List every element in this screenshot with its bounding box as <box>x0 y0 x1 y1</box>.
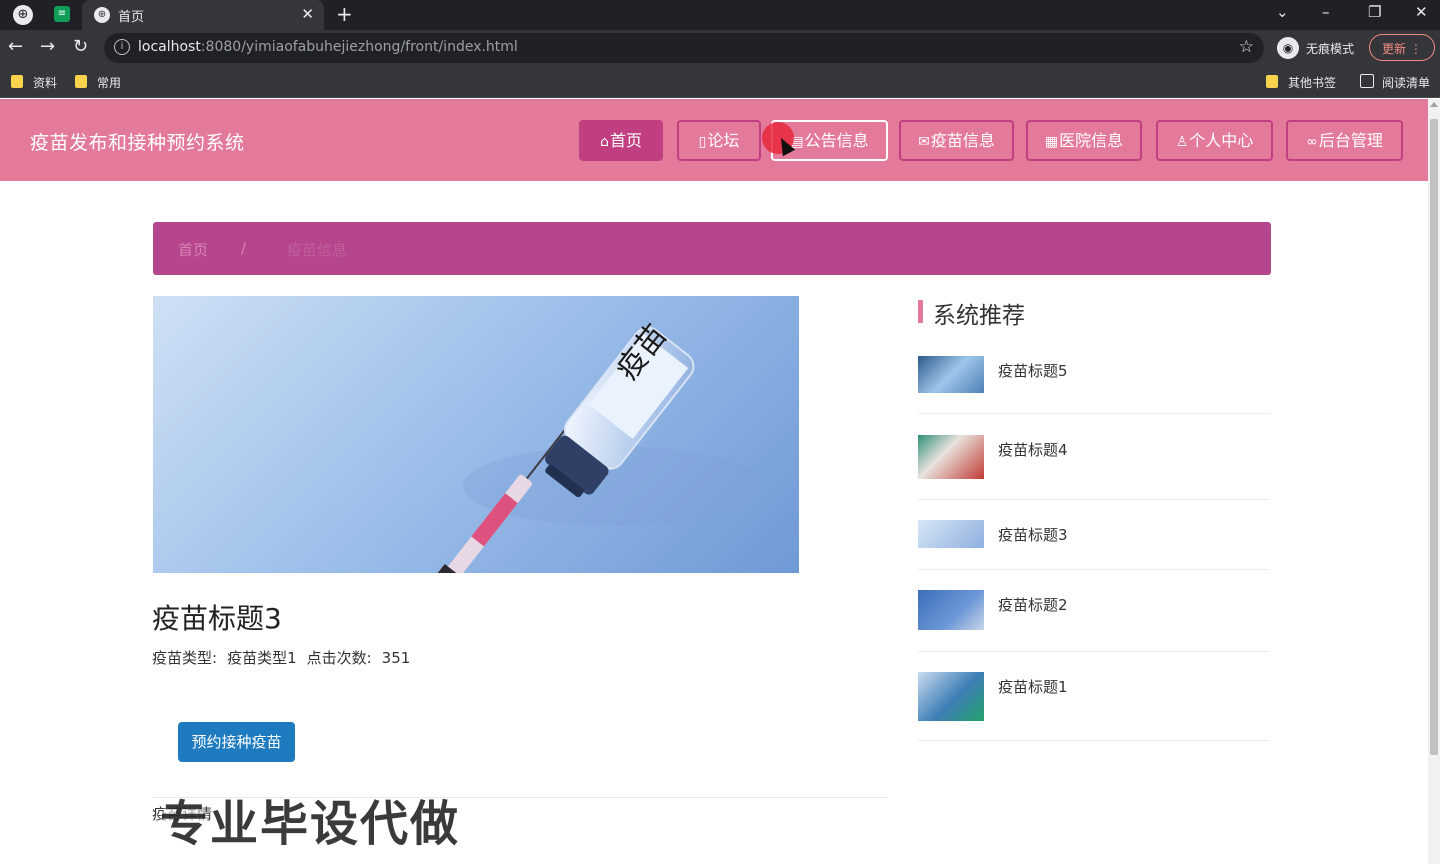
breadcrumb-current: 疫苗信息 <box>287 241 348 259</box>
update-label: 更新 <box>1382 42 1407 56</box>
folder-icon <box>75 75 87 88</box>
recommend-item[interactable]: 疫苗标题1 <box>918 671 1270 741</box>
breadcrumb-home[interactable]: 首页 <box>178 239 208 260</box>
book-vaccine-button[interactable]: 预约接种疫苗 <box>178 722 295 762</box>
page-scrollbar[interactable] <box>1428 99 1440 864</box>
recommend-item[interactable]: 疫苗标题4 <box>918 434 1270 500</box>
recommend-thumbnail[interactable] <box>918 590 984 630</box>
bookmark-folder[interactable]: 资料 <box>11 74 57 91</box>
nav-label: 公告信息 <box>804 131 869 150</box>
recommend-thumbnail[interactable] <box>918 672 984 721</box>
type-value: 疫苗类型1 <box>227 649 297 667</box>
recommend-title[interactable]: 疫苗标题2 <box>998 594 1068 615</box>
home-icon: ⌂ <box>600 134 609 150</box>
incognito-label: 无痕模式 <box>1306 42 1355 56</box>
nav-label: 疫苗信息 <box>930 131 995 150</box>
nav-admin[interactable]: ∞后台管理 <box>1286 120 1403 161</box>
scroll-up-icon[interactable] <box>1430 102 1438 107</box>
nav-hospital[interactable]: ▦医院信息 <box>1026 120 1142 161</box>
forward-icon[interactable]: → <box>40 36 55 57</box>
folder-icon <box>11 75 23 88</box>
incognito-icon[interactable]: ◉ <box>1277 37 1299 59</box>
update-button[interactable]: 更新 ⋮ <box>1369 34 1435 61</box>
reading-list-icon <box>1360 74 1374 88</box>
recommend-title[interactable]: 疫苗标题5 <box>998 360 1068 381</box>
recommend-thumbnail[interactable] <box>918 356 984 393</box>
url-text[interactable]: localhost:8080/yimiaofabuhejiezhong/fron… <box>138 39 518 55</box>
clicks-value: 351 <box>381 649 411 667</box>
address-bar[interactable]: i localhost:8080/yimiaofabuhejiezhong/fr… <box>104 33 1264 63</box>
nav-label: 论坛 <box>707 131 740 150</box>
browser-toolbar: ← → ↻ i localhost:8080/yimiaofabuhejiezh… <box>0 30 1440 66</box>
clicks-label: 点击次数: <box>306 649 372 667</box>
browser-tabstrip: ⊕ ≡ ⊕ 首页 ✕ + ⌄ – ❐ ✕ <box>0 0 1440 30</box>
sidebar-heading-text: 系统推荐 <box>933 303 1025 329</box>
recommend-title[interactable]: 疫苗标题3 <box>998 524 1068 545</box>
reload-icon[interactable]: ↻ <box>73 36 88 57</box>
vaccine-image: 疫苗 <box>153 296 799 573</box>
calendar-icon: ▦ <box>1044 134 1059 150</box>
nav-vaccine[interactable]: ✉疫苗信息 <box>899 120 1014 161</box>
nav-home[interactable]: ⌂首页 <box>579 120 663 161</box>
tab-title: 首页 <box>118 10 145 25</box>
scrollbar-thumb[interactable] <box>1430 119 1438 755</box>
nav-label: 个人中心 <box>1189 131 1254 150</box>
bookmark-label: 资料 <box>33 76 58 90</box>
detail-title: 疫苗标题3 <box>152 602 282 635</box>
link-icon: ∞ <box>1306 134 1318 150</box>
back-icon[interactable]: ← <box>8 36 23 57</box>
bookmark-label: 阅读清单 <box>1382 76 1431 90</box>
minimize-icon[interactable]: – <box>1322 3 1330 21</box>
vaccine-illustration: 疫苗 <box>418 318 763 573</box>
window-close-icon[interactable]: ✕ <box>1415 3 1428 21</box>
app-icon[interactable]: ≡ <box>54 6 70 22</box>
reading-list[interactable]: 阅读清单 <box>1360 74 1430 91</box>
chevron-down-icon[interactable]: ⌄ <box>1276 3 1289 21</box>
recommend-thumbnail[interactable] <box>918 520 984 548</box>
breadcrumb-separator: / <box>241 239 247 257</box>
globe-icon: ⊕ <box>94 7 110 23</box>
bookmark-label: 常用 <box>97 76 122 90</box>
bookmarks-bar: 资料 常用 其他书签 阅读清单 <box>0 66 1440 98</box>
edit-icon: ▯ <box>698 134 707 150</box>
site-title: 疫苗发布和接种预约系统 <box>30 132 245 154</box>
recommend-title[interactable]: 疫苗标题4 <box>998 439 1068 460</box>
star-icon[interactable]: ☆ <box>1239 37 1254 57</box>
globe-icon[interactable]: ⊕ <box>13 5 33 25</box>
user-icon: ♙ <box>1175 134 1189 150</box>
recommend-title[interactable]: 疫苗标题1 <box>998 676 1068 697</box>
heading-accent <box>918 300 923 323</box>
breadcrumb: 首页 / 疫苗信息 <box>153 222 1271 275</box>
bookmark-folder[interactable]: 其他书签 <box>1266 74 1336 91</box>
nav-label: 首页 <box>609 131 642 150</box>
nav-profile[interactable]: ♙个人中心 <box>1156 120 1273 161</box>
url-path: :8080/yimiaofabuhejiezhong/front/index.h… <box>200 39 518 55</box>
url-host: localhost <box>138 39 201 55</box>
browser-tab[interactable]: ⊕ 首页 ✕ <box>82 0 324 30</box>
nav-label: 医院信息 <box>1059 131 1124 150</box>
type-label: 疫苗类型: <box>152 649 218 667</box>
recommend-thumbnail[interactable] <box>918 435 984 479</box>
nav-forum[interactable]: ▯论坛 <box>677 120 761 161</box>
recommend-item[interactable]: 疫苗标题5 <box>918 355 1270 414</box>
restore-icon[interactable]: ❐ <box>1368 3 1381 21</box>
info-icon[interactable]: i <box>114 39 130 55</box>
site-header: 疫苗发布和接种预约系统 ⌂首页 ▯论坛 ▤公告信息 ✉疫苗信息 ▦医院信息 ♙个… <box>0 99 1428 181</box>
detail-meta: 疫苗类型: 疫苗类型1 点击次数: 351 <box>152 647 420 668</box>
bookmark-folder[interactable]: 常用 <box>75 74 121 91</box>
watermark: 专业毕设代做 <box>160 796 461 852</box>
recommend-item[interactable]: 疫苗标题3 <box>918 519 1270 570</box>
bookmark-label: 其他书签 <box>1288 76 1337 90</box>
new-tab-icon[interactable]: + <box>336 2 353 26</box>
mail-icon: ✉ <box>918 134 930 150</box>
recommend-item[interactable]: 疫苗标题2 <box>918 589 1270 652</box>
nav-label: 后台管理 <box>1318 131 1383 150</box>
close-icon[interactable]: ✕ <box>301 5 314 23</box>
folder-icon <box>1266 75 1278 88</box>
